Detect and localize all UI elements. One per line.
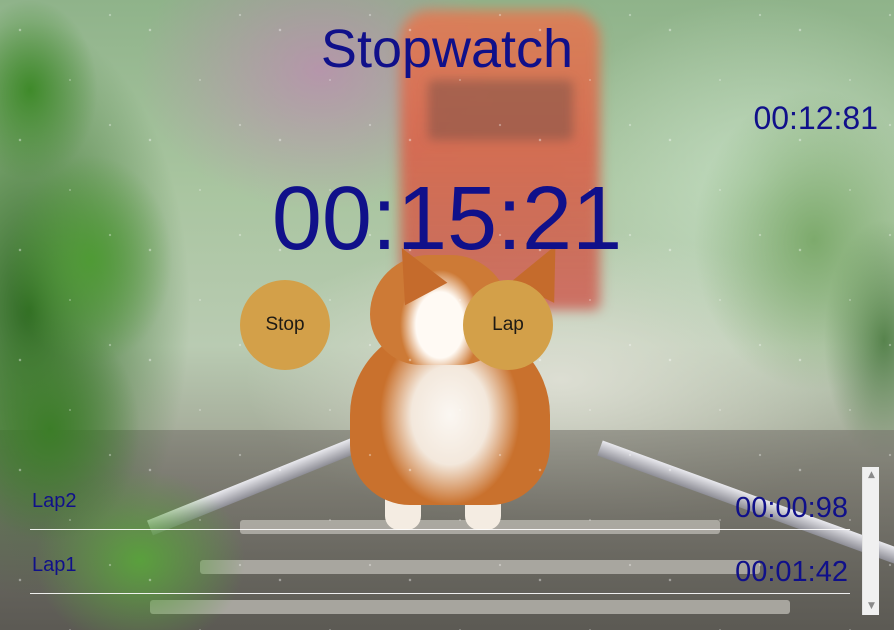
scroll-down-arrow-icon[interactable]: ▼ (863, 598, 880, 615)
scroll-up-arrow-icon[interactable]: ▲ (863, 467, 880, 484)
lap-name: Lap1 (32, 554, 77, 576)
lap-time: 00:01:42 (735, 556, 848, 588)
lap-list: Lap2 00:00:98 Lap1 00:01:42 (30, 466, 850, 616)
scrollbar-track[interactable] (866, 485, 876, 597)
last-lap-time: 00:12:81 (753, 100, 878, 136)
lap-list-scrollbar[interactable]: ▲ ▼ (862, 467, 879, 615)
elapsed-time-display: 00:15:21 (271, 169, 623, 269)
lap-name: Lap2 (32, 490, 77, 512)
lap-row: Lap2 00:00:98 (30, 466, 850, 530)
lap-time: 00:00:98 (735, 492, 848, 524)
stop-button[interactable]: Stop (240, 280, 330, 370)
lap-button[interactable]: Lap (463, 280, 553, 370)
app-title: Stopwatch (320, 19, 574, 79)
lap-row: Lap1 00:01:42 (30, 530, 850, 594)
